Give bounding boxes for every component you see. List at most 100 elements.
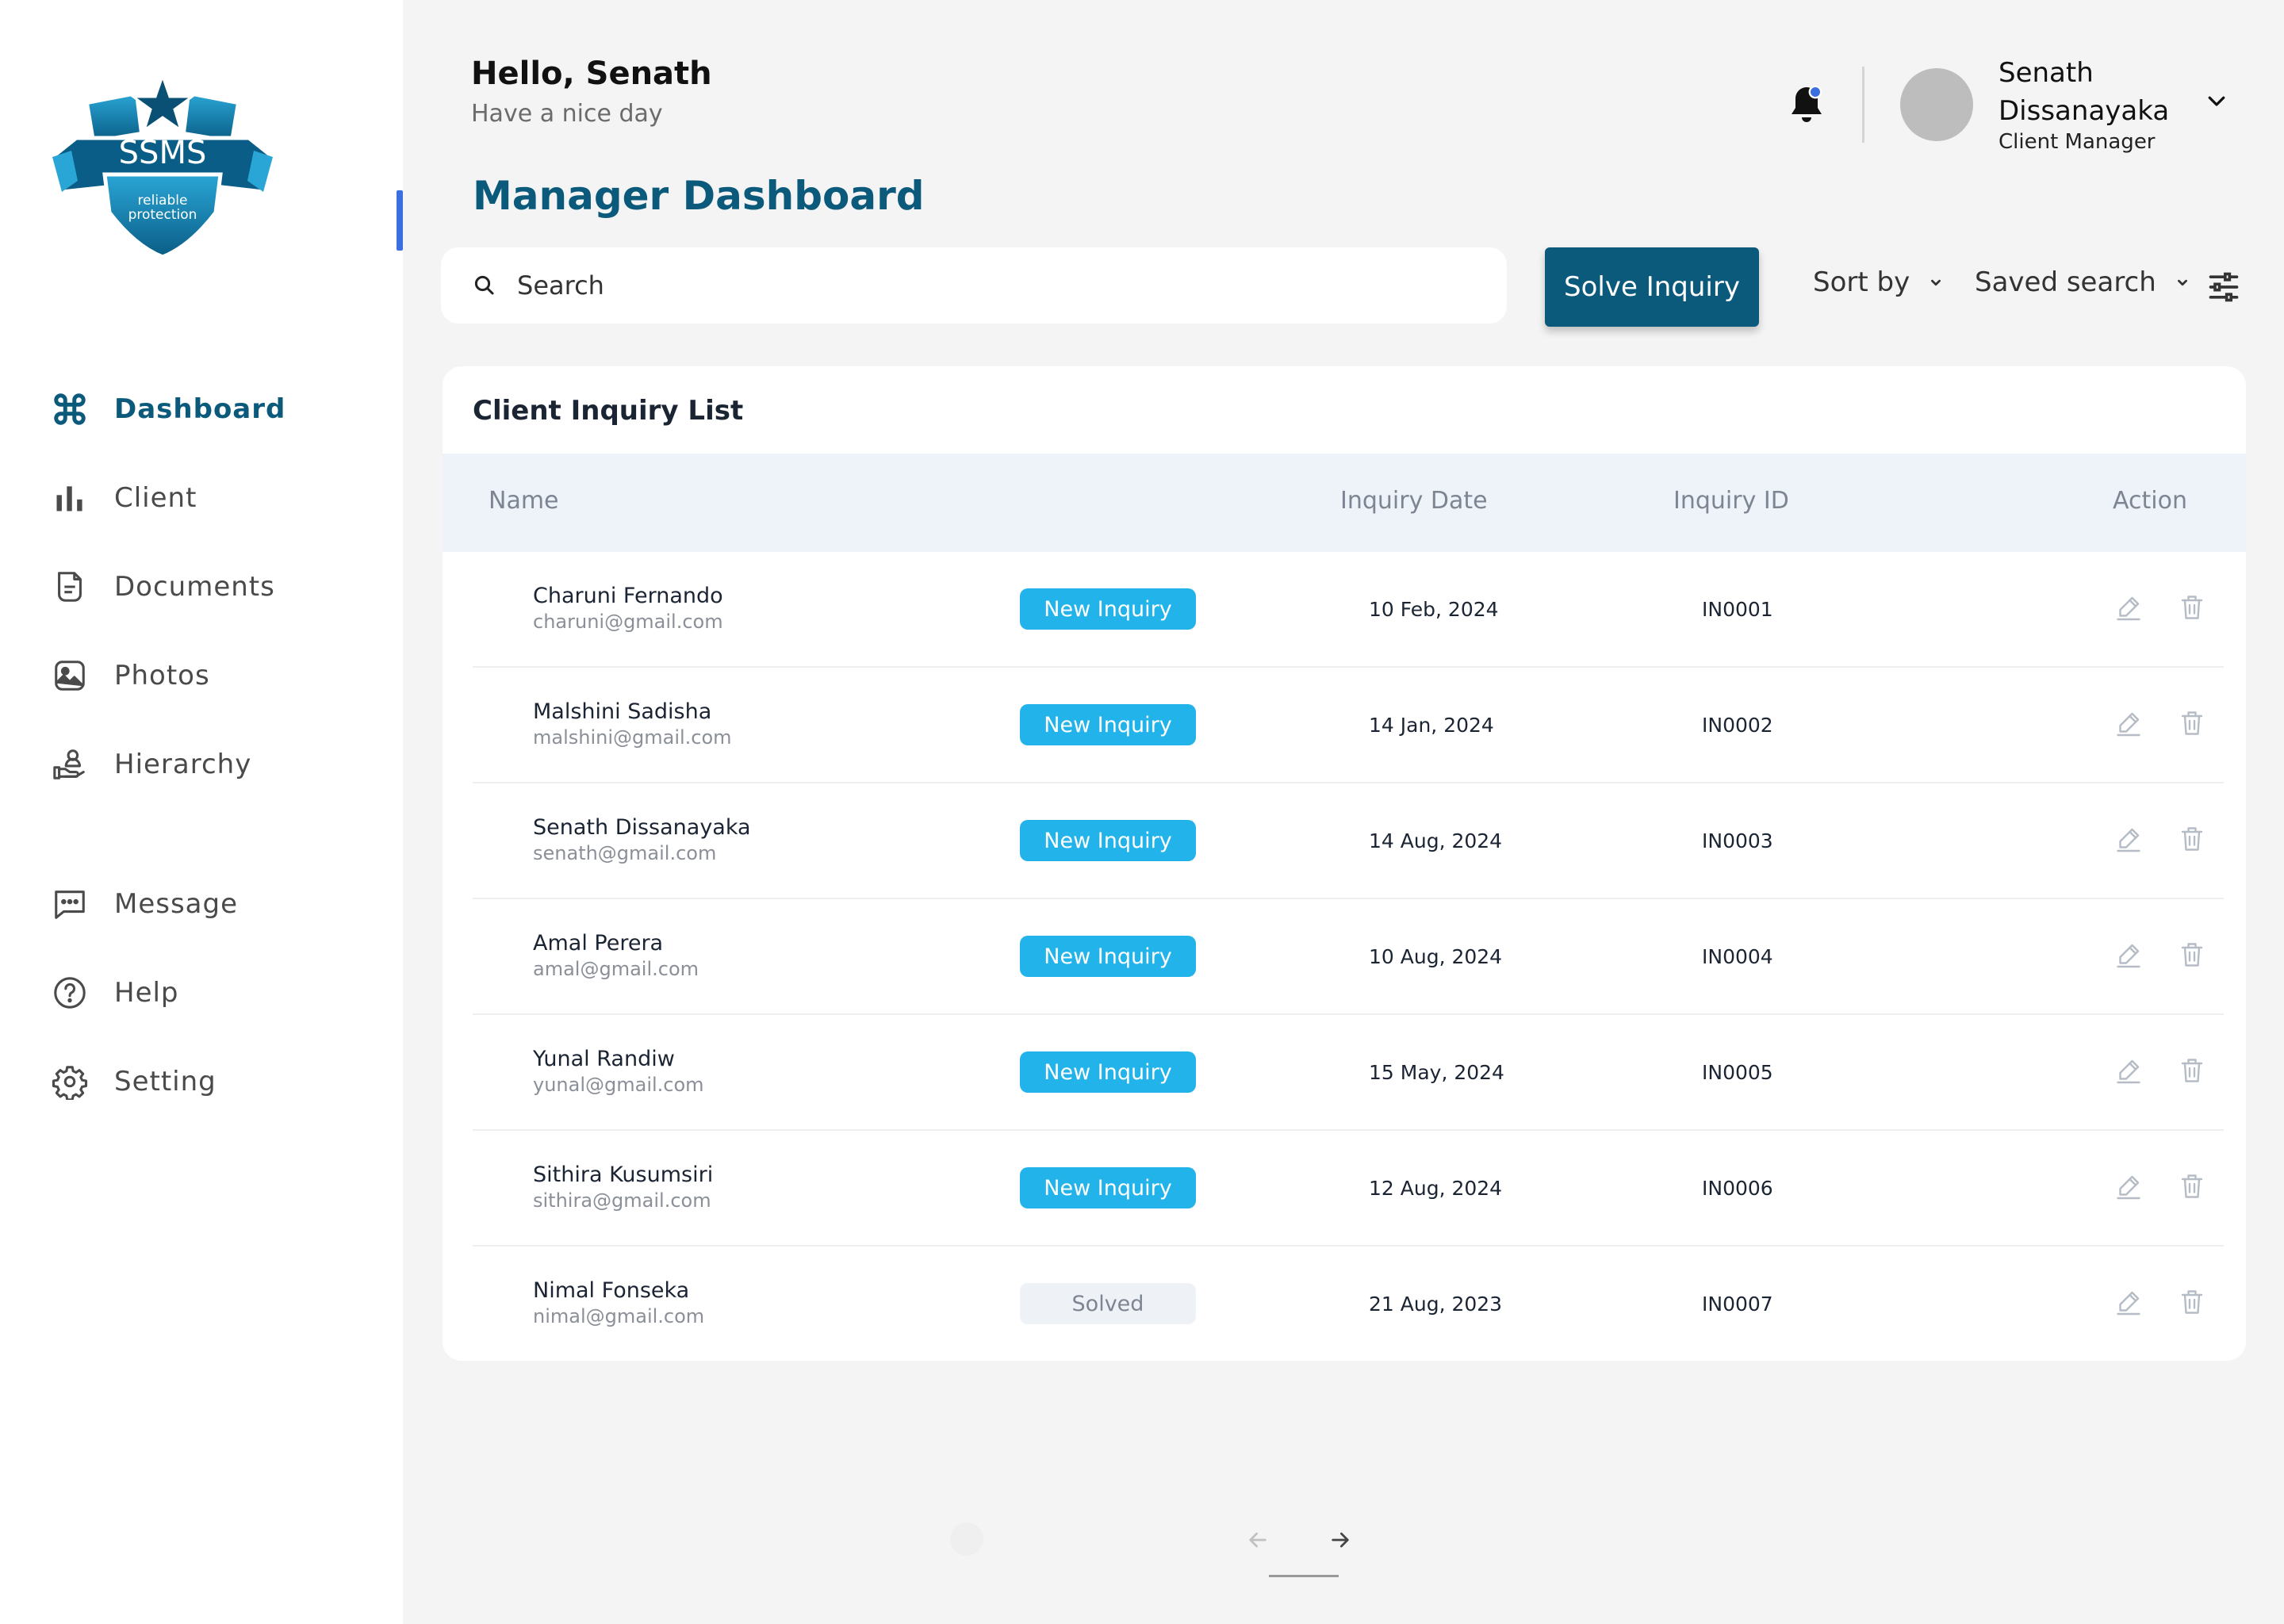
inquiry-id: IN0006 (1702, 1177, 1773, 1200)
trash-icon[interactable] (2178, 709, 2206, 737)
table-row[interactable]: Nimal Fonseka nimal@gmail.com Solved 21 … (473, 1247, 2224, 1361)
table-row[interactable]: Charuni Fernando charuni@gmail.com New I… (473, 552, 2224, 668)
edit-icon[interactable] (2114, 1056, 2143, 1085)
saved-search-dropdown[interactable]: Saved search (1975, 266, 2191, 298)
logo-tagline-line1: reliable (138, 193, 188, 209)
client-email: nimal@gmail.com (533, 1305, 705, 1327)
client-name: Senath Dissanayaka (533, 815, 751, 840)
trash-icon[interactable] (2178, 1288, 2206, 1316)
table-row[interactable]: Malshini Sadisha malshini@gmail.com New … (473, 668, 2224, 783)
sidebar: SSMS reliable protection Dashboard Clien… (0, 0, 403, 1624)
inquiry-id: IN0007 (1702, 1293, 1773, 1316)
client-email: yunal@gmail.com (533, 1074, 704, 1096)
sidebar-item-label: Dashboard (114, 393, 286, 425)
sidebar-item-photos[interactable]: Photos (49, 652, 210, 699)
client-name: Charuni Fernando (533, 584, 723, 608)
saved-search-label: Saved search (1975, 266, 2156, 298)
chevron-down-icon (2177, 279, 2187, 286)
search-bar[interactable] (441, 247, 1507, 324)
sidebar-item-label: Client (114, 482, 197, 514)
ssms-logo: SSMS reliable protection (50, 72, 275, 259)
chevron-down-icon (1931, 279, 1941, 286)
client-email: malshini@gmail.com (533, 726, 732, 749)
greeting-subtitle: Have a nice day (471, 100, 663, 128)
edit-icon[interactable] (2114, 593, 2143, 622)
image-icon (49, 655, 90, 696)
sidebar-item-hierarchy[interactable]: Hierarchy (49, 741, 251, 788)
sidebar-item-label: Documents (114, 571, 275, 603)
client-email: charuni@gmail.com (533, 611, 723, 633)
edit-icon[interactable] (2114, 825, 2143, 853)
status-badge: New Inquiry (1020, 588, 1196, 630)
client-email: sithira@gmail.com (533, 1189, 711, 1212)
trash-icon[interactable] (2178, 1056, 2206, 1085)
search-input[interactable] (517, 270, 1469, 301)
table-header: Name Inquiry Date Inquiry ID Action (443, 454, 2246, 552)
inquiry-id: IN0001 (1702, 598, 1773, 621)
edit-icon[interactable] (2114, 709, 2143, 737)
sidebar-item-label: Photos (114, 660, 210, 691)
help-icon (49, 972, 90, 1013)
document-icon (49, 566, 90, 607)
inquiry-date: 14 Aug, 2024 (1369, 829, 1503, 852)
sidebar-item-client[interactable]: Client (49, 474, 197, 522)
edit-icon[interactable] (2114, 1288, 2143, 1316)
sidebar-item-help[interactable]: Help (49, 969, 179, 1017)
inquiry-date: 10 Feb, 2024 (1369, 598, 1499, 621)
user-name: Senath Dissanayaka (1998, 57, 2170, 127)
sidebar-item-label: Setting (114, 1066, 217, 1097)
hand-holding-user-icon (49, 744, 90, 785)
pagination-underline (1269, 1575, 1339, 1577)
header-divider (1862, 67, 1864, 143)
edit-icon[interactable] (2114, 940, 2143, 969)
inquiry-id: IN0004 (1702, 945, 1773, 968)
status-badge: New Inquiry (1020, 820, 1196, 861)
client-email: amal@gmail.com (533, 958, 699, 980)
sort-by-label: Sort by (1813, 266, 1910, 298)
user-role: Client Manager (1998, 130, 2156, 154)
gear-icon (49, 1061, 90, 1102)
trash-icon[interactable] (2178, 593, 2206, 622)
command-icon (49, 389, 90, 430)
table-row[interactable]: Senath Dissanayaka senath@gmail.com New … (473, 783, 2224, 899)
client-name: Yunal Randiw (533, 1047, 675, 1071)
edit-icon[interactable] (2114, 1172, 2143, 1201)
logo-text: SSMS (119, 135, 207, 171)
sidebar-item-documents[interactable]: Documents (49, 563, 275, 611)
arrow-right-icon[interactable] (1328, 1527, 1353, 1553)
chevron-down-icon[interactable] (2205, 89, 2228, 113)
notification-bell-icon[interactable] (1789, 84, 1824, 125)
sidebar-item-message[interactable]: Message (49, 880, 238, 928)
arrow-left-icon[interactable] (1245, 1527, 1270, 1553)
column-header-date: Inquiry Date (1340, 487, 1488, 515)
client-name: Malshini Sadisha (533, 699, 712, 724)
sidebar-item-label: Help (114, 977, 179, 1009)
logo-tagline-line2: protection (128, 207, 197, 223)
trash-icon[interactable] (2178, 825, 2206, 853)
column-header-id: Inquiry ID (1673, 487, 1789, 515)
client-inquiry-card: Client Inquiry List Name Inquiry Date In… (443, 366, 2246, 1361)
client-name: Nimal Fonseka (533, 1278, 690, 1303)
pagination-indicator (950, 1522, 983, 1556)
filter-sliders-icon[interactable] (2206, 270, 2241, 304)
inquiry-id: IN0002 (1702, 714, 1773, 737)
sidebar-item-dashboard[interactable]: Dashboard (49, 385, 286, 433)
solve-inquiry-button[interactable]: Solve Inquiry (1545, 247, 1759, 327)
client-email: senath@gmail.com (533, 842, 717, 864)
status-badge: New Inquiry (1020, 1167, 1196, 1208)
sort-by-dropdown[interactable]: Sort by (1813, 266, 1945, 298)
avatar[interactable] (1900, 68, 1973, 141)
greeting: Hello, Senath (471, 56, 712, 92)
status-badge: New Inquiry (1020, 1051, 1196, 1093)
table-row[interactable]: Sithira Kusumsiri sithira@gmail.com New … (473, 1131, 2224, 1247)
sidebar-item-setting[interactable]: Setting (49, 1058, 217, 1105)
trash-icon[interactable] (2178, 940, 2206, 969)
inquiry-date: 14 Jan, 2024 (1369, 714, 1494, 737)
sidebar-active-marker (397, 190, 403, 251)
card-title: Client Inquiry List (473, 395, 744, 427)
trash-icon[interactable] (2178, 1172, 2206, 1201)
inquiry-date: 21 Aug, 2023 (1369, 1293, 1503, 1316)
table-row[interactable]: Amal Perera amal@gmail.com New Inquiry 1… (473, 899, 2224, 1015)
table-row[interactable]: Yunal Randiw yunal@gmail.com New Inquiry… (473, 1015, 2224, 1131)
status-badge: New Inquiry (1020, 704, 1196, 745)
